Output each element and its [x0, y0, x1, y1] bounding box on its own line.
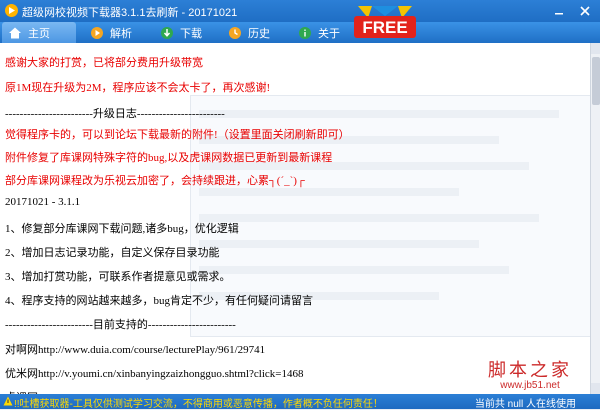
log-line: 4、程序支持的网站越来越多，bug肯定不少，有任何疑问请留言	[5, 295, 313, 307]
scroll-thumb[interactable]	[592, 57, 600, 105]
log-line: 2、增加日志记录功能，自定义保存目录功能	[5, 247, 220, 259]
watermark-url: www.jb51.net	[500, 380, 560, 391]
watermark: 脚本之家 www.jb51.net	[488, 356, 572, 391]
app-logo-icon	[5, 4, 18, 17]
log-line: 对啊网http://www.duia.com/course/lecturePla…	[5, 344, 266, 356]
free-badge: FREE	[354, 6, 416, 38]
tab-history[interactable]: 历史	[228, 22, 298, 43]
close-button[interactable]	[572, 1, 598, 21]
minimize-button[interactable]	[546, 1, 572, 21]
title-bar: 超级网校视频下载器3.1.1去刷新 - 20171021	[0, 0, 600, 22]
close-icon	[580, 6, 590, 16]
log-line: ------------------------目前支持的-----------…	[5, 319, 236, 331]
log-line: 优米网http://v.youmi.cn/xinbanyingzaizhongg…	[5, 368, 304, 380]
tab-label: 历史	[248, 27, 270, 40]
watermark-main: 脚本之家	[488, 360, 572, 381]
main-content: 感谢大家的打赏，已将部分费用升级带宽原1M现在升级为2M，程序应该不会太卡了，再…	[0, 43, 590, 394]
log-line: 3、增加打赏功能，可联系作者提意见或需求。	[5, 271, 231, 283]
tab-parse[interactable]: 解析	[90, 22, 160, 43]
tab-label: 主页	[28, 27, 50, 40]
log-line: 感谢大家的打赏，已将部分费用升级带宽	[5, 57, 203, 69]
info-icon	[299, 26, 311, 39]
vertical-scrollbar[interactable]	[590, 43, 600, 394]
download-icon	[161, 26, 173, 39]
tab-download[interactable]: 下载	[160, 22, 230, 43]
free-badge-text: FREE	[362, 18, 407, 37]
log-line: 部分库课网课程改为乐视云加密了，会持续跟进，心累┐(´_`)┌	[5, 175, 305, 187]
status-bar: !!吐槽获取器-工具仅供测试学习交流，不得商用或恶意传播，作者概不负任何责任！ …	[0, 394, 600, 410]
log-line: 1、修复部分库课网下载问题,诸多bug，优化逻辑	[5, 223, 239, 235]
log-line: 附件修复了库课网特殊字符的bug,以及虎课网数据已更新到最新课程	[5, 152, 333, 164]
log-line: ------------------------升级日志------------…	[5, 108, 225, 120]
tab-label: 下载	[180, 27, 202, 40]
online-count: 当前共 null 人在线使用	[474, 399, 576, 410]
app-window: 超级网校视频下载器3.1.1去刷新 - 20171021 主页 解析 下载 历史	[0, 0, 600, 410]
tab-bar: 主页 解析 下载 历史 关于	[0, 22, 600, 43]
log-line: 觉得程序卡的，可以到论坛下载最新的附件!（设置里面关闭刷新即可）	[5, 129, 350, 141]
warning-icon	[3, 396, 13, 406]
window-controls	[546, 1, 598, 21]
tab-about[interactable]: 关于	[298, 22, 348, 43]
status-notice: !!吐槽获取器-工具仅供测试学习交流，不得商用或恶意传播，作者概不负任何责任！	[14, 399, 383, 410]
play-icon	[91, 26, 103, 39]
history-icon	[229, 26, 241, 39]
scroll-up-button[interactable]	[591, 43, 600, 54]
scroll-down-button[interactable]	[591, 383, 600, 394]
tab-label: 解析	[110, 27, 132, 40]
minimize-icon	[555, 13, 563, 15]
tab-home[interactable]: 主页	[2, 22, 76, 43]
window-title: 超级网校视频下载器3.1.1去刷新 - 20171021	[22, 7, 238, 19]
tab-label: 关于	[318, 27, 340, 40]
log-line: 原1M现在升级为2M，程序应该不会太卡了，再次感谢!	[5, 82, 271, 94]
log-line: 20171021 - 3.1.1	[5, 196, 81, 208]
home-icon	[9, 27, 21, 38]
